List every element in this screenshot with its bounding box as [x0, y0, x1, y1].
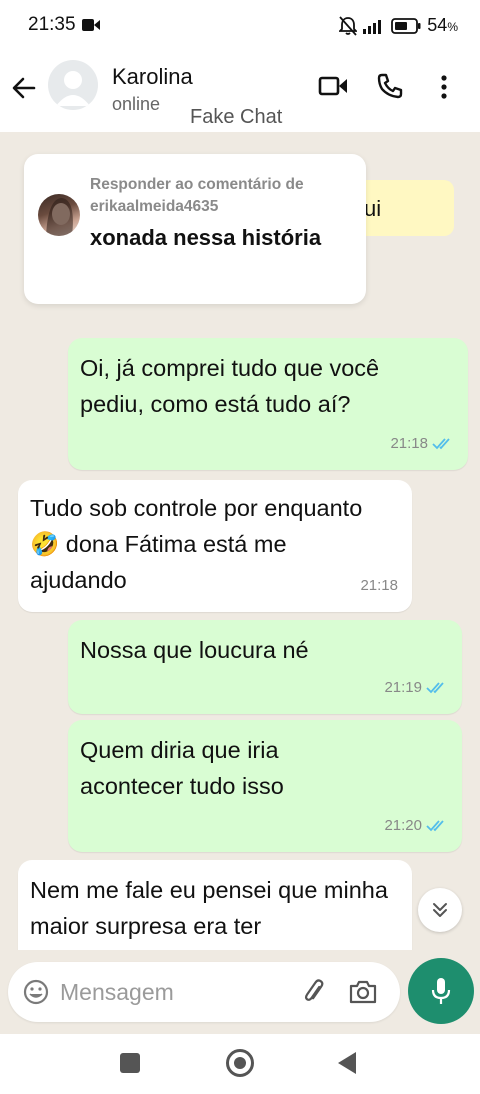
message-time: 21:18	[390, 435, 428, 452]
message-meta: 21:18	[360, 568, 398, 604]
battery-percent: 54%	[427, 15, 458, 35]
voice-message-button[interactable]	[408, 958, 474, 1024]
battery-icon	[391, 17, 421, 34]
message-text: Tudo sob controle por enquanto 🤣 dona Fá…	[30, 495, 363, 593]
message-bubble-incoming[interactable]: Tudo sob controle por enquanto 🤣 dona Fá…	[18, 480, 412, 612]
emoji-icon[interactable]	[22, 978, 50, 1006]
default-avatar-icon	[56, 71, 90, 106]
contact-status: online	[112, 94, 161, 114]
status-indicators: 54%	[339, 15, 458, 36]
system-nav-bar	[0, 1034, 480, 1094]
double-check-icon	[426, 820, 444, 832]
message-input-container[interactable]	[8, 962, 400, 1022]
message-text: Oi, já comprei tudo que você pediu, como…	[80, 355, 380, 417]
back-button[interactable]	[338, 1052, 356, 1074]
status-bar: 21:35 54%	[0, 0, 480, 52]
message-text: Nossa que loucura né	[80, 637, 309, 663]
message-time: 21:20	[384, 817, 422, 834]
message-bubble-outgoing[interactable]: Quem diria que iria acontecer tudo isso …	[68, 720, 462, 852]
screen-record-icon	[82, 19, 100, 31]
chevron-double-down-icon	[433, 903, 447, 917]
signal-icon	[363, 19, 382, 34]
recent-apps-button[interactable]	[120, 1053, 140, 1073]
double-check-icon	[426, 682, 444, 694]
message-meta: 21:20	[384, 808, 448, 844]
message-meta: 21:19	[384, 670, 448, 706]
message-input[interactable]	[60, 976, 280, 1008]
commenter-avatar	[38, 194, 80, 236]
chat-area[interactable]: ui - ✓ Responder ao comentário de erikaa…	[0, 132, 480, 1032]
phone-icon[interactable]	[376, 72, 404, 100]
message-bubble-outgoing[interactable]: Oi, já comprei tudo que você pediu, como…	[68, 338, 468, 470]
message-meta: 21:18	[390, 426, 454, 462]
reply-comment-card: Responder ao comentário de erikaalmeida4…	[24, 154, 366, 304]
contact-avatar[interactable]	[48, 60, 98, 110]
home-button[interactable]	[226, 1049, 254, 1077]
paperclip-icon[interactable]	[300, 978, 328, 1006]
contact-name[interactable]: Karolina	[112, 64, 193, 90]
back-arrow-icon[interactable]	[10, 74, 38, 102]
status-time: 21:35	[28, 14, 76, 35]
reply-card-text: xonada nessa história	[90, 225, 322, 250]
reply-card-title: Responder ao comentário de erikaalmeida4…	[90, 176, 304, 215]
scroll-to-bottom-button[interactable]	[418, 888, 462, 932]
message-text: Nem me fale eu pensei que minha maior su…	[30, 877, 388, 939]
message-time: 21:19	[384, 679, 422, 696]
video-call-icon[interactable]	[318, 74, 348, 98]
message-time: 21:18	[360, 577, 398, 594]
chat-header: Karolina online Fake Chat	[0, 52, 480, 132]
message-composer	[0, 950, 480, 1034]
mic-icon	[431, 978, 451, 1004]
message-bubble-outgoing[interactable]: Nossa que loucura né 21:19	[68, 620, 462, 714]
camera-icon[interactable]	[348, 978, 378, 1006]
more-vert-icon[interactable]	[440, 74, 448, 100]
double-check-icon	[432, 438, 450, 450]
bell-off-icon	[339, 15, 358, 36]
message-text: Quem diria que iria acontecer tudo isso	[80, 737, 284, 799]
app-watermark: Fake Chat	[190, 106, 283, 128]
partial-bubble-text: ui	[364, 196, 382, 221]
